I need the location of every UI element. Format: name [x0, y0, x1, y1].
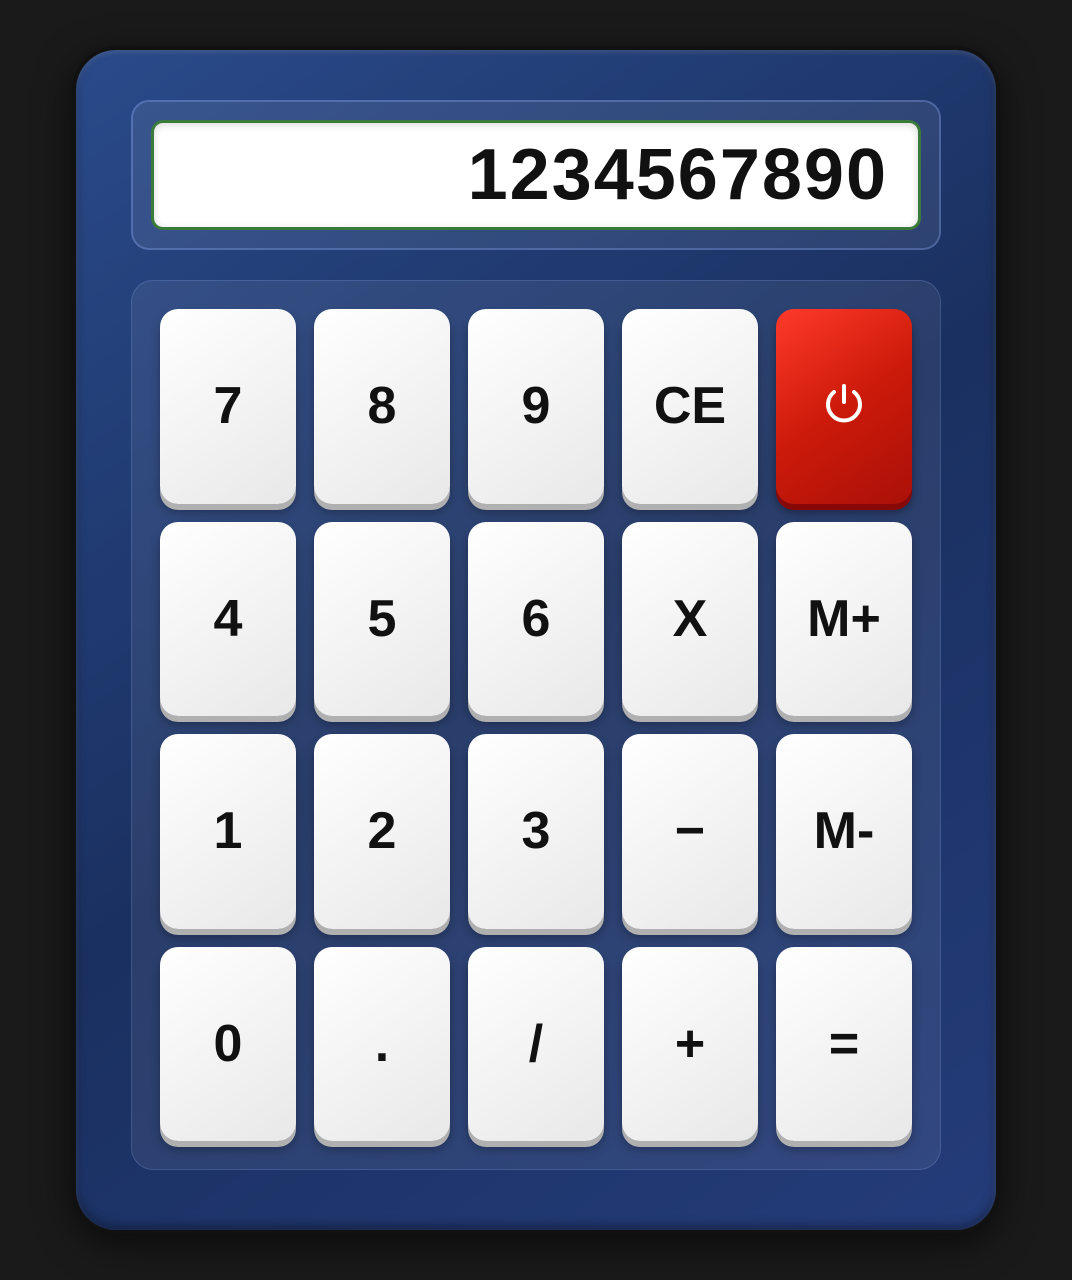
key-divide[interactable]: /: [468, 947, 604, 1142]
key-row-3: 0./+=: [160, 947, 912, 1142]
key-equals[interactable]: =: [776, 947, 912, 1142]
key-row-0: 789CE: [160, 309, 912, 504]
key-mplus[interactable]: M+: [776, 522, 912, 717]
display-screen: 1234567890: [151, 120, 921, 230]
key-multiply[interactable]: X: [622, 522, 758, 717]
key-8[interactable]: 8: [314, 309, 450, 504]
key-2[interactable]: 2: [314, 734, 450, 929]
key-plus[interactable]: +: [622, 947, 758, 1142]
key-3[interactable]: 3: [468, 734, 604, 929]
key-mminus[interactable]: M-: [776, 734, 912, 929]
key-9[interactable]: 9: [468, 309, 604, 504]
display-value: 1234567890: [468, 134, 888, 216]
display-wrapper: 1234567890: [131, 100, 941, 250]
key-minus[interactable]: −: [622, 734, 758, 929]
keypad: 789CE456XM+123−M-0./+=: [131, 280, 941, 1170]
key-4[interactable]: 4: [160, 522, 296, 717]
key-dot[interactable]: .: [314, 947, 450, 1142]
power-icon: [818, 380, 870, 432]
key-row-2: 123−M-: [160, 734, 912, 929]
key-7[interactable]: 7: [160, 309, 296, 504]
calculator: 1234567890 789CE456XM+123−M-0./+=: [76, 50, 996, 1230]
key-ce[interactable]: CE: [622, 309, 758, 504]
key-power[interactable]: [776, 309, 912, 504]
key-1[interactable]: 1: [160, 734, 296, 929]
key-6[interactable]: 6: [468, 522, 604, 717]
key-5[interactable]: 5: [314, 522, 450, 717]
key-row-1: 456XM+: [160, 522, 912, 717]
key-0[interactable]: 0: [160, 947, 296, 1142]
